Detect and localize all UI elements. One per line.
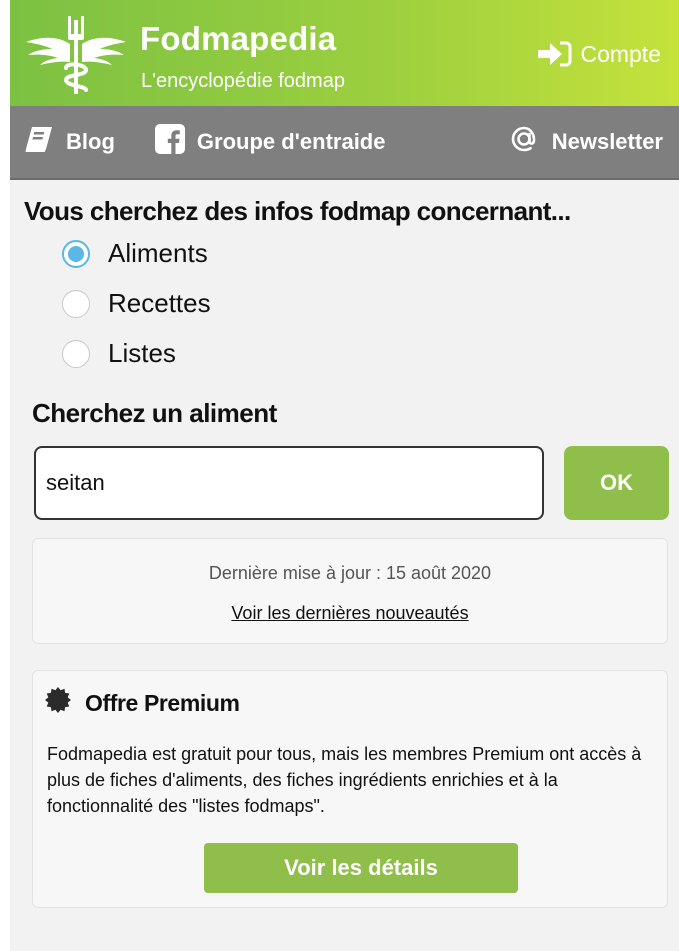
app-header: Fodmapedia L'encyclopédie fodmap Compte [10,0,679,106]
last-update-text: Dernière mise à jour : 15 août 2020 [208,563,492,583]
search-question: Vous cherchez des infos fodmap concernan… [24,196,571,226]
details-button[interactable]: Voir les détails [204,843,518,893]
seal-badge-icon [45,687,71,719]
premium-title: Offre Premium [85,689,240,716]
nav-label-newsletter: Newsletter [551,129,663,154]
nav-label-blog: Blog [66,129,115,154]
nav-label-group: Groupe d'entraide [196,129,386,154]
radio-button-checked[interactable] [62,239,90,268]
account-label: Compte [580,40,661,67]
radio-button[interactable] [62,289,90,318]
premium-description: Fodmapedia est gratuit pour tous, mais l… [47,744,642,816]
update-card: Dernière mise à jour : 15 août 2020 Voir… [32,538,668,644]
premium-card: Offre Premium Fodmapedia est gratuit pou… [32,670,668,908]
login-arrow-icon [536,40,572,68]
app-title[interactable]: Fodmapedia [140,20,336,58]
caduceus-wings-icon[interactable] [20,6,132,102]
book-icon [24,125,54,159]
app-subtitle: L'encyclopédie fodmap [141,70,345,92]
search-title: Cherchez un aliment [32,398,277,428]
at-sign-icon [508,123,540,161]
radio-recettes[interactable]: Recettes [62,288,211,319]
account-link[interactable]: Compte [536,40,661,68]
radio-aliments[interactable]: Aliments [62,238,208,269]
nav-item-blog[interactable]: Blog [24,125,115,159]
radio-label-aliments: Aliments [108,238,208,268]
top-nav: Blog Groupe d'entraide Newsletter [10,106,679,180]
latest-news-link[interactable]: Voir les dernières nouveautés [33,603,667,624]
page: Fodmapedia L'encyclopédie fodmap Compte [10,0,679,951]
radio-label-listes: Listes [108,338,176,368]
search-input[interactable]: seitan [34,446,544,520]
nav-item-newsletter[interactable]: Newsletter [508,123,663,161]
radio-label-recettes: Recettes [108,288,211,318]
radio-listes[interactable]: Listes [62,338,176,369]
radio-button[interactable] [62,339,90,368]
facebook-icon [154,124,185,160]
ok-button[interactable]: OK [564,446,669,520]
nav-item-group[interactable]: Groupe d'entraide [154,124,386,160]
premium-heading: Offre Premium [45,687,240,719]
